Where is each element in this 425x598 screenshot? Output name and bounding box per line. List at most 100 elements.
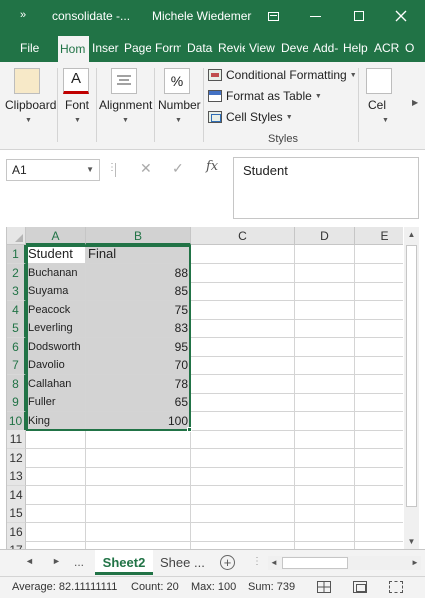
alignment-group[interactable]: Alignment ▼ [96, 62, 154, 148]
next-sheet-icon[interactable]: ► [52, 556, 61, 566]
format-as-table-button[interactable]: Format as Table ▼ [208, 87, 322, 105]
grid-cell[interactable] [191, 374, 295, 394]
grid-cell[interactable] [86, 504, 191, 523]
column-header-e[interactable]: E [355, 227, 403, 245]
tab-view[interactable]: View [249, 34, 276, 62]
grid-cell[interactable] [26, 448, 86, 468]
grid-cell[interactable] [355, 523, 403, 542]
grid-cell[interactable] [295, 337, 355, 357]
grid-cell[interactable] [26, 430, 86, 449]
maximize-button[interactable] [344, 5, 374, 27]
grid-cell[interactable] [86, 448, 191, 468]
grid-cell[interactable] [295, 393, 355, 412]
grid-cell[interactable] [295, 300, 355, 320]
worksheet-grid[interactable]: A B C D E 1234567891011121314151617 Stud… [6, 227, 403, 549]
row-header[interactable]: 12 [7, 448, 26, 468]
grid-cell[interactable] [295, 467, 355, 486]
scroll-down-icon[interactable]: ▼ [404, 534, 419, 549]
cell-final-score[interactable]: 70 [86, 356, 191, 375]
row-header[interactable]: 11 [7, 430, 26, 449]
grid-cell[interactable] [295, 485, 355, 505]
grid-cell[interactable] [26, 541, 86, 549]
grid-cell[interactable] [191, 522, 295, 542]
grid-cell[interactable] [295, 522, 355, 542]
tab-data[interactable]: Data [187, 34, 213, 62]
grid-cell[interactable] [86, 541, 191, 549]
name-box[interactable]: A1 ▼ [6, 159, 100, 181]
grid-cell[interactable] [295, 245, 355, 264]
grid-cell[interactable] [191, 245, 295, 264]
row-header[interactable]: 16 [7, 522, 26, 542]
tab-help[interactable]: Help [343, 34, 369, 62]
grid-cell[interactable] [355, 486, 403, 505]
cell-final-score[interactable]: 100 [86, 411, 191, 431]
vertical-scroll-thumb[interactable] [406, 245, 417, 507]
cells-group[interactable]: Cel ▼ [362, 62, 402, 148]
grid-cell[interactable] [295, 504, 355, 523]
grid-cell[interactable] [355, 245, 403, 264]
tab-review[interactable]: Revie [218, 34, 245, 62]
row-header[interactable]: 3 [7, 282, 26, 301]
row-header[interactable]: 14 [7, 485, 26, 505]
page-break-preview-icon[interactable] [389, 581, 403, 593]
grid-cell[interactable] [355, 338, 403, 357]
column-header-c[interactable]: C [191, 227, 295, 245]
grid-cell[interactable] [191, 337, 295, 357]
page-layout-view-icon[interactable] [353, 581, 367, 593]
grid-cell[interactable] [355, 430, 403, 449]
conditional-formatting-button[interactable]: Conditional Formatting ▼ [208, 66, 357, 84]
cell-final-score[interactable]: 83 [86, 319, 191, 338]
grid-cell[interactable] [191, 485, 295, 505]
grid-cell[interactable] [355, 375, 403, 394]
grid-cell[interactable] [191, 393, 295, 412]
column-header-b[interactable]: B [86, 227, 191, 245]
grid-cell[interactable] [191, 448, 295, 468]
grid-cell[interactable] [355, 541, 403, 549]
grid-cell[interactable] [355, 393, 403, 412]
grid-cell[interactable] [26, 522, 86, 542]
tab-formulas[interactable]: Form [155, 34, 181, 62]
scroll-left-icon[interactable]: ◄ [268, 556, 280, 570]
minimize-button[interactable] [300, 5, 330, 27]
normal-view-icon[interactable] [317, 581, 331, 593]
grid-cell[interactable] [26, 504, 86, 523]
vertical-scrollbar[interactable]: ▲ ▼ [404, 227, 419, 549]
grid-cell[interactable] [355, 301, 403, 320]
cell-final-score[interactable]: 85 [86, 282, 191, 301]
tab-developer[interactable]: Deve [281, 34, 308, 62]
cell-final-score[interactable]: 78 [86, 374, 191, 394]
font-group[interactable]: A Font ▼ [58, 62, 96, 148]
grid-cell[interactable] [191, 300, 295, 320]
cell-student-name[interactable]: Fuller [26, 393, 86, 412]
grid-cell[interactable] [295, 263, 355, 283]
more-sheets-button[interactable]: ... [74, 555, 84, 569]
close-button[interactable] [386, 5, 416, 27]
grid-cell[interactable] [355, 282, 403, 301]
grid-cell[interactable] [295, 430, 355, 449]
tab-split-grip-icon[interactable]: ⋮ [252, 556, 262, 567]
cell-final-score[interactable]: 95 [86, 337, 191, 357]
cell-student-name[interactable]: Callahan [26, 374, 86, 394]
grid-cell[interactable] [295, 282, 355, 301]
grid-cell[interactable] [295, 411, 355, 431]
tab-insert[interactable]: Inser [92, 34, 121, 62]
row-header[interactable]: 1 [7, 245, 26, 264]
grid-cell[interactable] [191, 411, 295, 431]
row-header[interactable]: 7 [7, 356, 26, 375]
tab-file[interactable]: File [20, 34, 42, 62]
grid-cell[interactable] [191, 356, 295, 375]
grid-cell[interactable] [355, 319, 403, 338]
grid-cell[interactable] [191, 319, 295, 338]
tab-overflow[interactable]: O [405, 34, 419, 62]
user-name[interactable]: Michele Wiedemer [152, 9, 251, 23]
grid-cell[interactable] [295, 448, 355, 468]
grid-cell[interactable] [86, 430, 191, 449]
clipboard-group[interactable]: Clipboard ▼ [0, 62, 58, 148]
cell-b1-header[interactable]: Final [86, 245, 191, 264]
grid-cell[interactable] [355, 412, 403, 431]
scroll-right-icon[interactable]: ► [409, 556, 421, 570]
grid-cell[interactable] [191, 467, 295, 486]
cell-final-score[interactable]: 88 [86, 263, 191, 283]
column-header-d[interactable]: D [295, 227, 355, 245]
formula-input[interactable]: Student [233, 157, 419, 219]
